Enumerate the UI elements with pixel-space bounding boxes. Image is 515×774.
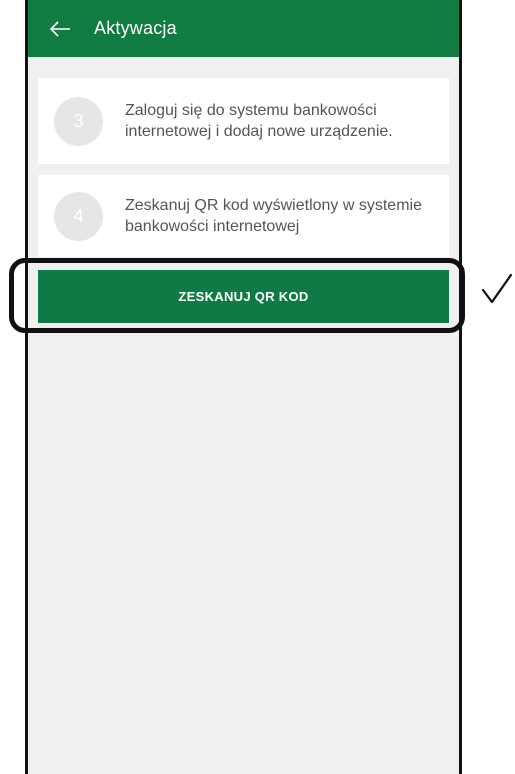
app-screen: Aktywacja 3 Zaloguj się do systemu banko… bbox=[28, 0, 459, 774]
step-number-badge: 3 bbox=[54, 96, 103, 146]
scan-qr-code-button[interactable]: ZESKANUJ QR KOD bbox=[38, 270, 449, 323]
step-instruction-text: Zeskanuj QR kod wyświetlony w systemie b… bbox=[125, 197, 422, 235]
phone-frame: Aktywacja 3 Zaloguj się do systemu banko… bbox=[25, 0, 462, 774]
step-card-3: 3 Zaloguj się do systemu bankowości inte… bbox=[38, 78, 449, 164]
step-card-4: 4 Zeskanuj QR kod wyświetlony w systemie… bbox=[38, 175, 449, 257]
arrow-left-icon[interactable] bbox=[46, 15, 74, 43]
checkmark-icon bbox=[481, 273, 513, 304]
step-instruction-text: Zaloguj się do systemu bankowości intern… bbox=[125, 102, 393, 140]
page-title: Aktywacja bbox=[94, 18, 177, 38]
app-bar: Aktywacja bbox=[28, 0, 459, 57]
step-number-badge: 4 bbox=[54, 191, 103, 241]
